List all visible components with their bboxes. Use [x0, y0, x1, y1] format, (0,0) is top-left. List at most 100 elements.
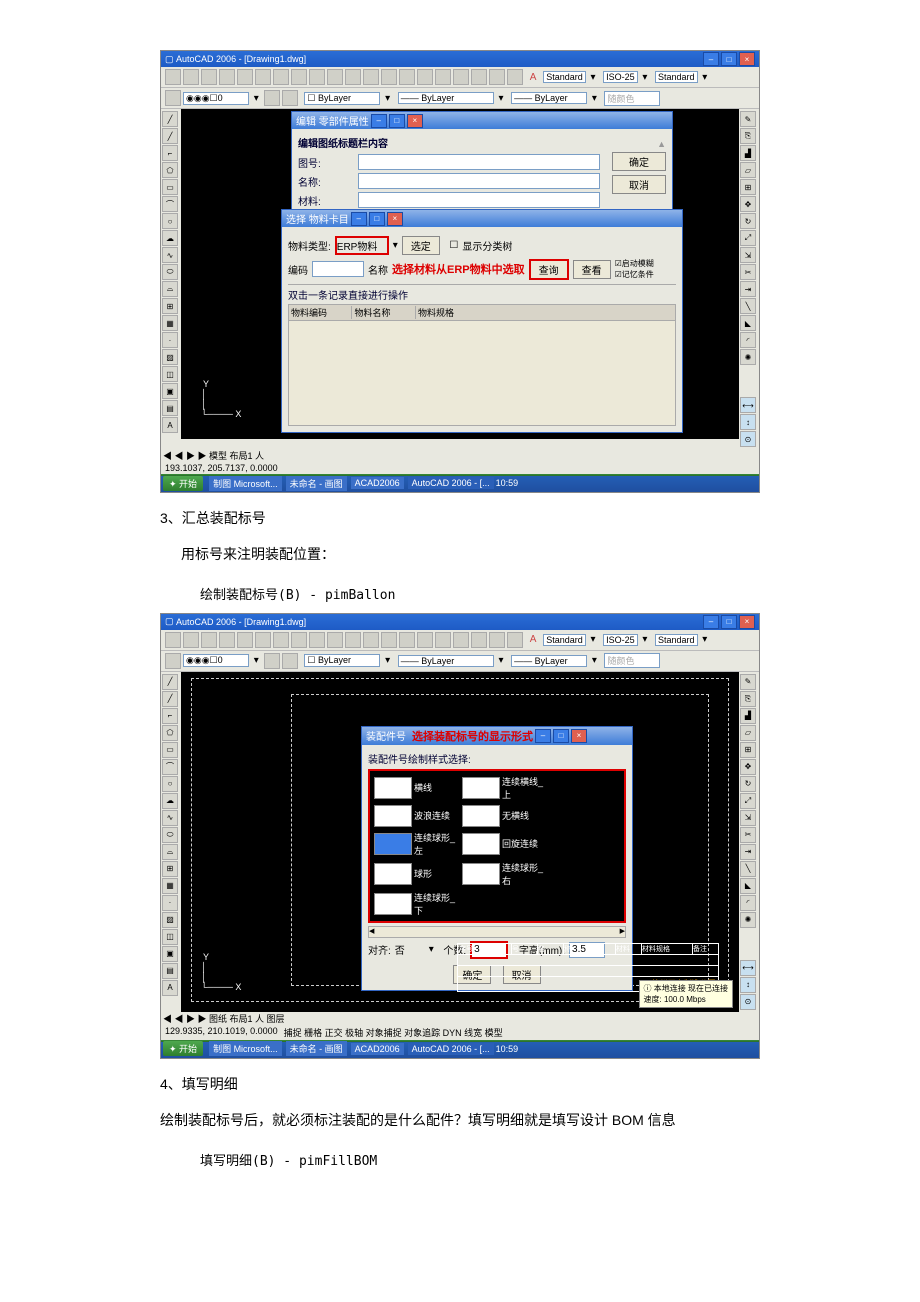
chamfer-icon[interactable]: ◣ — [740, 878, 756, 894]
paste-icon[interactable] — [309, 69, 325, 85]
lineweight-combo[interactable]: —— ByLayer — [511, 92, 587, 104]
drawing-area[interactable]: 编辑 零部件属性–□× 编辑图纸标题栏内容 图号: 名称: 材料: 材料编码: … — [181, 109, 739, 439]
pline-icon[interactable]: ⌐ — [162, 708, 178, 724]
open-icon[interactable] — [183, 632, 199, 648]
point-icon[interactable]: · — [162, 895, 178, 911]
tablestyle-combo[interactable]: Standard — [655, 71, 698, 83]
fillet-icon[interactable]: ◜ — [740, 895, 756, 911]
task-acad[interactable]: ACAD2006 — [351, 1043, 404, 1055]
block-icon[interactable]: ▦ — [162, 878, 178, 894]
mirror-icon[interactable]: ▟ — [740, 145, 756, 161]
text-icon[interactable]: A — [162, 980, 178, 996]
hatch-icon[interactable]: ▨ — [162, 349, 178, 365]
erase-icon[interactable]: ✎ — [740, 674, 756, 690]
trim-icon[interactable]: ✂ — [740, 264, 756, 280]
array-icon[interactable]: ⊞ — [740, 742, 756, 758]
checkbox-mem[interactable]: 记忆条件 — [622, 270, 654, 279]
line-icon[interactable]: ╱ — [162, 674, 178, 690]
trim-icon[interactable]: ✂ — [740, 827, 756, 843]
dlg-close-icon[interactable]: × — [387, 212, 403, 226]
dlg-close-icon[interactable]: × — [407, 114, 423, 128]
redo-icon[interactable] — [345, 69, 361, 85]
task-acad2[interactable]: AutoCAD 2006 - [... — [408, 477, 494, 489]
look-button[interactable]: 查看 — [573, 260, 611, 279]
revcloud-icon[interactable]: ☁ — [162, 230, 178, 246]
pan-icon[interactable] — [363, 632, 379, 648]
cline-icon[interactable]: ╱ — [162, 691, 178, 707]
tp-icon[interactable] — [471, 69, 487, 85]
zoom-win-icon[interactable] — [399, 632, 415, 648]
dlg-max-icon[interactable]: □ — [389, 114, 405, 128]
dim-icon[interactable]: ⟷ — [740, 960, 756, 976]
layer-state[interactable]: ◉◉◉☐0 — [183, 654, 249, 667]
explode-icon[interactable]: ✺ — [740, 349, 756, 365]
copy-icon[interactable] — [291, 69, 307, 85]
arc-icon[interactable]: ⌒ — [162, 759, 178, 775]
model-tabs[interactable]: ◀ ◀ ▶ ▶ 图纸 布局1 人 图层 — [161, 1012, 759, 1025]
grad-icon[interactable]: ◫ — [162, 929, 178, 945]
redo-icon[interactable] — [345, 632, 361, 648]
extend-icon[interactable]: ⇥ — [740, 844, 756, 860]
props-icon[interactable] — [435, 632, 451, 648]
dc-icon[interactable] — [453, 69, 469, 85]
move-icon[interactable]: ✥ — [740, 759, 756, 775]
copy-icon[interactable] — [291, 632, 307, 648]
offset-icon[interactable]: ▱ — [740, 725, 756, 741]
help-icon[interactable] — [507, 632, 523, 648]
grad-icon[interactable]: ◫ — [162, 366, 178, 382]
calc-icon[interactable] — [489, 69, 505, 85]
opt-lianxu-up[interactable]: 连续横线_上 — [462, 775, 546, 801]
text-icon[interactable]: A — [162, 417, 178, 433]
task-acad[interactable]: ACAD2006 — [351, 477, 404, 489]
props-icon[interactable] — [435, 69, 451, 85]
close-icon[interactable]: × — [739, 615, 755, 629]
dimstyle-combo[interactable]: ISO-25 — [603, 71, 638, 83]
pan-icon[interactable] — [363, 69, 379, 85]
erase-icon[interactable]: ✎ — [740, 111, 756, 127]
opt-lianxu-right[interactable]: 连续球形_右 — [462, 861, 546, 887]
ellipse-icon[interactable]: ⬭ — [162, 827, 178, 843]
block-icon[interactable]: ▦ — [162, 315, 178, 331]
save-icon[interactable] — [201, 69, 217, 85]
maximize-icon[interactable]: □ — [721, 615, 737, 629]
ellipse-icon[interactable]: ⬭ — [162, 264, 178, 280]
extend-icon[interactable]: ⇥ — [740, 281, 756, 297]
dim2-icon[interactable]: ↕ — [740, 977, 756, 993]
align-combo[interactable]: 否 — [395, 942, 425, 957]
copy2-icon[interactable]: ⎘ — [740, 691, 756, 707]
ok-button[interactable]: 确定 — [612, 152, 666, 171]
minimize-icon[interactable]: – — [703, 615, 719, 629]
layer-icon[interactable] — [165, 653, 181, 669]
preview-icon[interactable] — [237, 69, 253, 85]
stretch-icon[interactable]: ⇲ — [740, 810, 756, 826]
circle-icon[interactable]: ○ — [162, 213, 178, 229]
input-tuhao[interactable] — [358, 154, 600, 170]
task-paint[interactable]: 未命名 - 画图 — [286, 476, 347, 491]
drawing-area[interactable]: 装配件号 选择装配标号的显示形式 –□× 装配件号绘制样式选择: 横线 连续横线… — [181, 672, 739, 1012]
zoom-prev-icon[interactable] — [417, 632, 433, 648]
freeze-icon[interactable] — [282, 90, 298, 106]
checkbox-blur[interactable]: 启动模糊 — [622, 259, 654, 268]
scale-icon[interactable]: ⤢ — [740, 230, 756, 246]
opt-wuhengxian[interactable]: 无横线 — [462, 805, 546, 827]
mattype-combo[interactable]: ERP物料 — [335, 236, 389, 255]
open-icon[interactable] — [183, 69, 199, 85]
zoom-win-icon[interactable] — [399, 69, 415, 85]
rotate-icon[interactable]: ↻ — [740, 213, 756, 229]
start-button[interactable]: ✦ 开始 — [163, 1041, 203, 1056]
paste-icon[interactable] — [309, 632, 325, 648]
revcloud-icon[interactable]: ☁ — [162, 793, 178, 809]
close-icon[interactable]: × — [739, 52, 755, 66]
scrollbar[interactable]: ◀▶ — [368, 926, 626, 938]
spline-icon[interactable]: ∿ — [162, 247, 178, 263]
preview-icon[interactable] — [237, 632, 253, 648]
freeze-icon[interactable] — [282, 653, 298, 669]
plot-icon[interactable] — [255, 69, 271, 85]
cancel-button[interactable]: 取消 — [612, 175, 666, 194]
array-icon[interactable]: ⊞ — [740, 179, 756, 195]
undo-icon[interactable] — [327, 632, 343, 648]
calc-icon[interactable] — [489, 632, 505, 648]
offset-icon[interactable]: ▱ — [740, 162, 756, 178]
help-icon[interactable] — [507, 69, 523, 85]
print-icon[interactable] — [219, 69, 235, 85]
